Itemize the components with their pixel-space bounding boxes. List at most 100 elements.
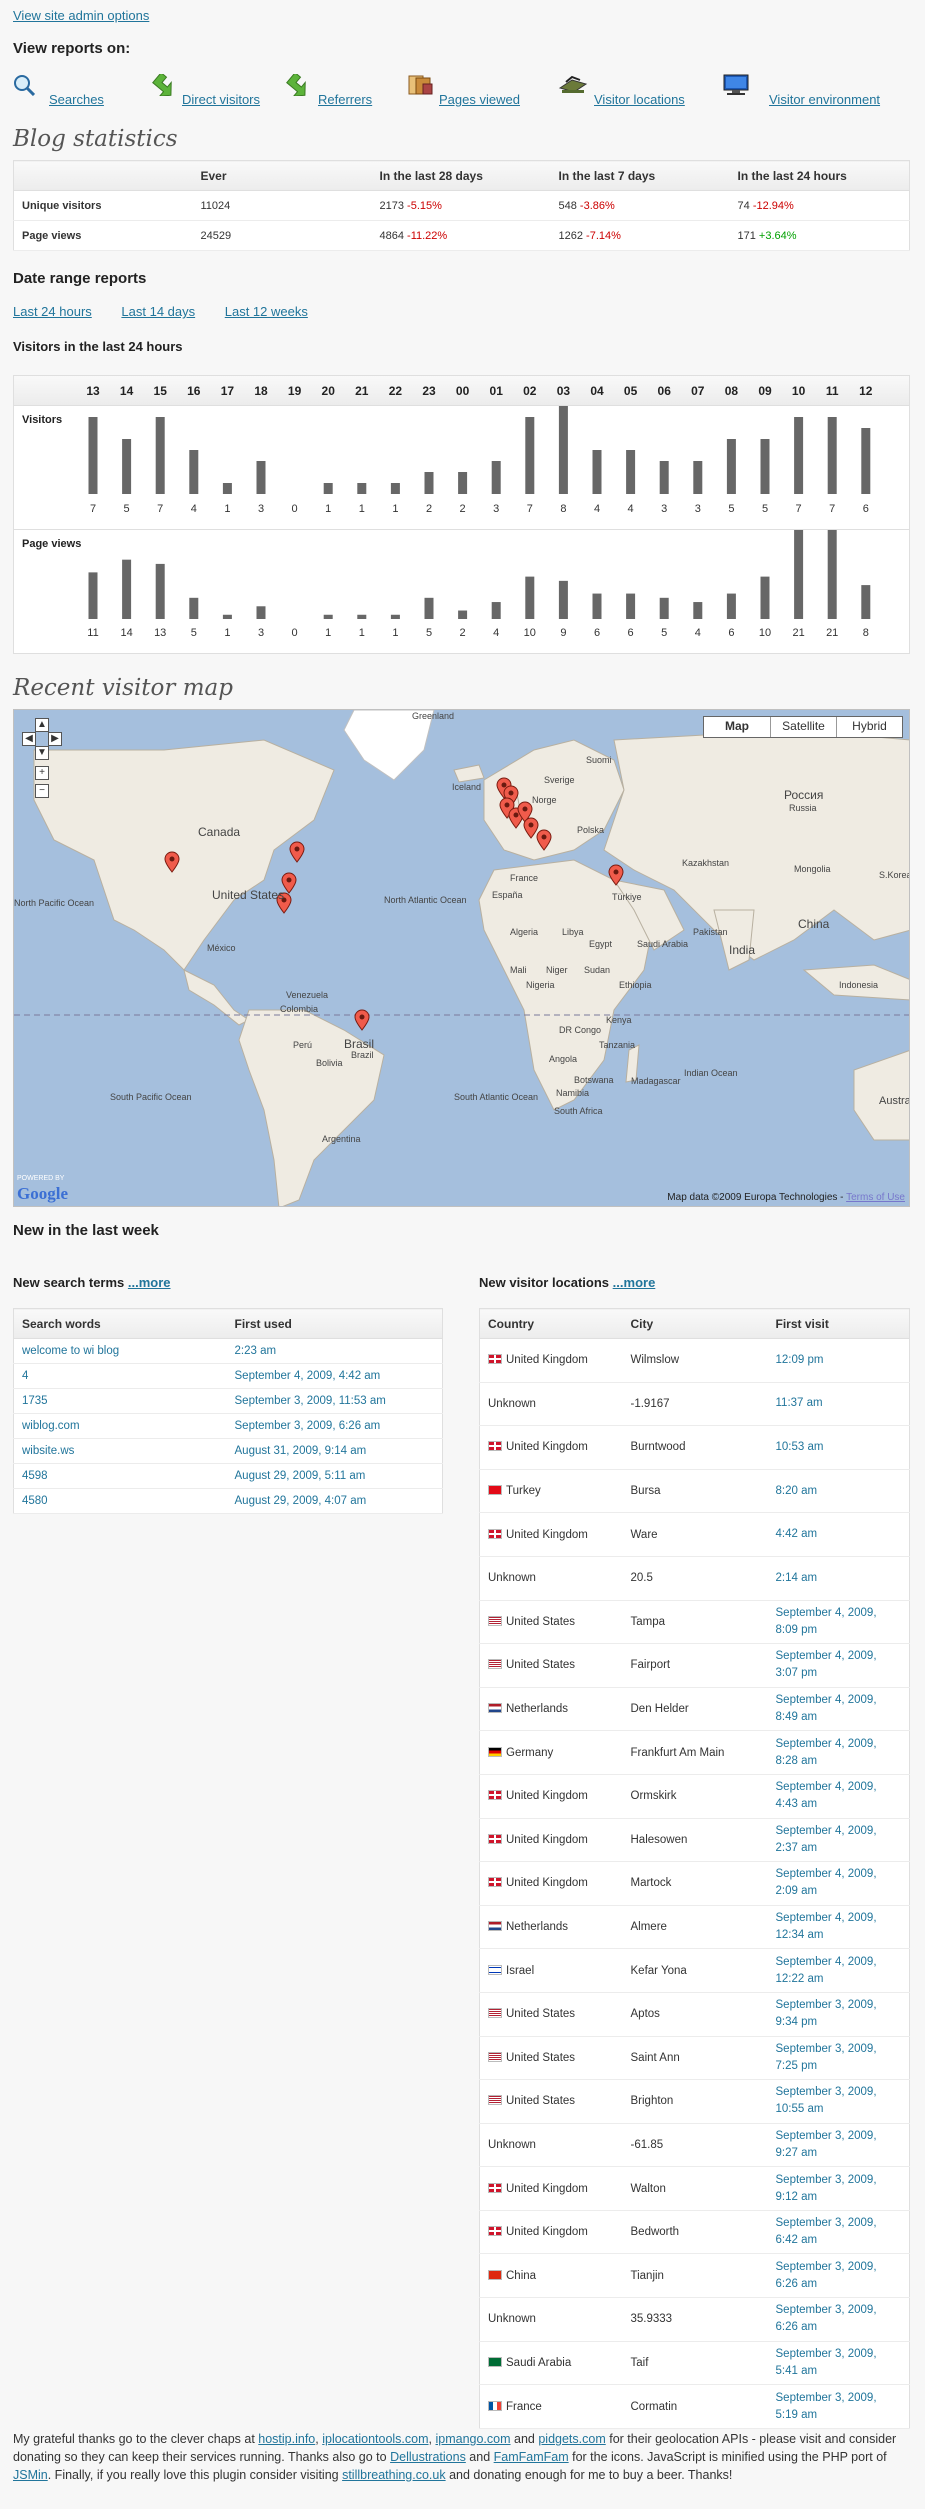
dellustrations-link[interactable]: Dellustrations <box>390 2450 466 2464</box>
search-row: welcome to wi blog 2:23 am <box>13 1338 443 1364</box>
pan-down-button[interactable]: ▼ <box>35 746 49 760</box>
location-row: Germany Frankfurt Am Main September 4, 200… <box>479 1730 910 1775</box>
map-powered-by: POWERED BY <box>17 1175 65 1182</box>
search-word[interactable]: 4 <box>13 1363 227 1389</box>
location-first-visit: 12:09 pm <box>767 1338 910 1383</box>
flag-gb-icon <box>488 2182 502 2193</box>
stats-row: Unique visitors 11024 2173 -5.15% 548 -3… <box>13 190 910 221</box>
bar-value-label: 5 <box>191 627 197 639</box>
terms-of-use-link[interactable]: Terms of Use <box>846 1192 905 1203</box>
range-link-24h[interactable]: Last 24 hours <box>13 304 92 319</box>
search-word[interactable]: wibsite.ws <box>13 1438 227 1464</box>
map-place-label: North Atlantic Ocean <box>384 895 467 905</box>
map-marker[interactable] <box>281 872 297 894</box>
report-label[interactable]: Visitor locations <box>594 92 685 107</box>
map-place-label: Saudi Arabia <box>637 939 689 949</box>
flag-nl-icon <box>488 1921 502 1932</box>
search-word[interactable]: wiblog.com <box>13 1413 227 1439</box>
location-row: United States Saint Ann September 3, 2009,… <box>479 2036 910 2081</box>
hour-tick-label: 03 <box>557 384 571 398</box>
pan-left-button[interactable]: ◀ <box>22 732 36 746</box>
zoom-in-button[interactable]: + <box>35 766 49 780</box>
chart-bar <box>659 597 669 619</box>
iplocationtools-link[interactable]: iplocationtools.com <box>322 2432 428 2446</box>
bar-value-label: 14 <box>120 627 132 639</box>
stats-row-label: Unique visitors <box>13 190 193 221</box>
pan-right-button[interactable]: ▶ <box>48 732 62 746</box>
change-value: +3.64% <box>758 229 797 242</box>
search-first-used: September 4, 2009, 4:42 am <box>226 1363 443 1389</box>
stats-col-header: In the last 28 days <box>371 160 551 191</box>
map-type-satellite[interactable]: Satellite <box>770 717 836 737</box>
location-first-visit: September 4, 2009, 2:09 am <box>767 1861 910 1906</box>
search-word[interactable]: 4580 <box>13 1488 227 1514</box>
flag-gb-icon <box>488 1441 502 1452</box>
site-admin-link[interactable]: View site admin options <box>13 8 149 23</box>
stillbreathing-link[interactable]: stillbreathing.co.uk <box>342 2468 446 2482</box>
jsmin-link[interactable]: JSMin <box>13 2468 48 2482</box>
map-type-map[interactable]: Map <box>704 717 770 737</box>
location-first-visit: September 3, 2009, 5:41 am <box>767 2341 910 2386</box>
location-first-visit: September 4, 2009, 12:34 am <box>767 1905 910 1950</box>
search-word[interactable]: welcome to wi blog <box>13 1338 227 1364</box>
map-marker[interactable] <box>164 851 180 873</box>
location-first-visit: September 3, 2009, 9:12 am <box>767 2166 910 2211</box>
chart-bar <box>390 614 400 619</box>
map-marker[interactable] <box>608 864 624 886</box>
hour-tick-label: 09 <box>758 384 772 398</box>
pidgets-link[interactable]: pidgets.com <box>538 2432 605 2446</box>
range-link-14d[interactable]: Last 14 days <box>121 304 195 319</box>
search-row: 1735 September 3, 2009, 11:53 am <box>13 1388 443 1414</box>
report-label[interactable]: Referrers <box>318 92 372 107</box>
map-place-label: Indian Ocean <box>684 1068 738 1078</box>
visitor-locations-more-link[interactable]: ...more <box>613 1275 656 1290</box>
loc-col-city: City <box>622 1308 768 1339</box>
map-marker[interactable] <box>536 829 552 851</box>
report-label[interactable]: Searches <box>49 92 104 107</box>
hour-tick-label: 22 <box>389 384 403 398</box>
map-place-label: Brasil <box>344 1037 375 1051</box>
hostip-link[interactable]: hostip.info <box>258 2432 315 2446</box>
location-row: China Tianjin September 3, 2009, 6:26 am <box>479 2253 910 2299</box>
range-link-12w[interactable]: Last 12 weeks <box>225 304 308 319</box>
green-arrow-icon <box>286 74 306 96</box>
map-marker[interactable] <box>523 817 539 839</box>
pan-up-button[interactable]: ▲ <box>35 718 49 732</box>
date-range-links: Last 24 hours Last 14 days Last 12 weeks <box>13 304 334 319</box>
ipmango-link[interactable]: ipmango.com <box>435 2432 510 2446</box>
map-place-label: Perú <box>293 1040 313 1050</box>
stats-col-header: Ever <box>192 160 372 191</box>
search-word[interactable]: 1735 <box>13 1388 227 1414</box>
hour-tick-label: 19 <box>288 384 302 398</box>
map-type-hybrid[interactable]: Hybrid <box>836 717 902 737</box>
bar-value-label: 8 <box>863 627 869 639</box>
visitor-map[interactable]: Greenland Iceland Sverige Suomi Norge Россия R… <box>13 709 910 1207</box>
bar-value-label: 1 <box>392 503 398 515</box>
chart-bar <box>592 593 602 619</box>
map-place-label: Colombia <box>280 1004 319 1014</box>
flag-us-icon <box>488 1615 502 1626</box>
pages-icon <box>408 75 433 95</box>
map-place-label: Madagascar <box>631 1076 681 1086</box>
magnifier-icon <box>14 75 35 96</box>
hour-tick-label: 12 <box>859 384 873 398</box>
report-label[interactable]: Direct visitors <box>182 92 260 107</box>
map-place-label: Mali <box>510 965 527 975</box>
map-marker[interactable] <box>289 841 305 863</box>
search-word[interactable]: 4598 <box>13 1463 227 1489</box>
zoom-out-button[interactable]: − <box>35 784 49 798</box>
stats-7d: 1262 -7.14% <box>550 220 730 251</box>
map-marker[interactable] <box>354 1009 370 1031</box>
bar-value-label: 5 <box>762 503 768 515</box>
location-city: Cormatin <box>622 2384 768 2429</box>
location-row: United States Tampa September 4, 2009, 8:0… <box>479 1600 910 1645</box>
search-terms-more-link[interactable]: ...more <box>128 1275 171 1290</box>
new-week-title: New in the last week <box>13 1222 159 1239</box>
location-country: Saudi Arabia <box>479 2341 623 2386</box>
report-label[interactable]: Visitor environment <box>769 92 880 107</box>
location-country: Unknown <box>479 1382 623 1427</box>
report-label[interactable]: Pages viewed <box>439 92 520 107</box>
famfamfam-link[interactable]: FamFamFam <box>494 2450 569 2464</box>
flag-gb-icon <box>488 1790 502 1801</box>
location-city: Ware <box>622 1512 768 1557</box>
